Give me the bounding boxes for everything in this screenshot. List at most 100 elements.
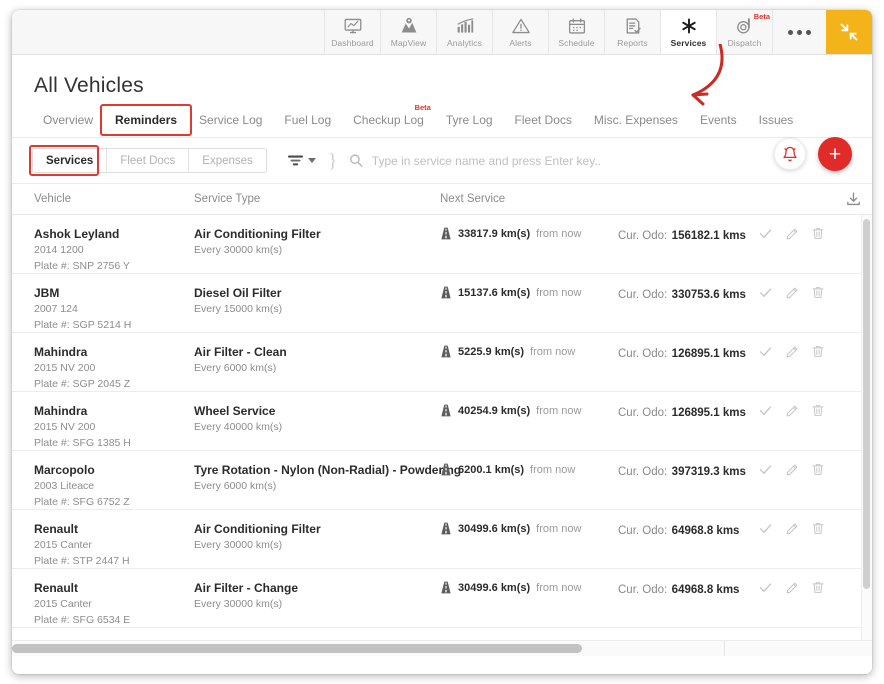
nav-item-label: Reports — [617, 37, 648, 48]
filter-button[interactable] — [287, 153, 316, 168]
service-type-name: Air Filter - Change — [194, 581, 299, 595]
tab-overview[interactable]: Overview — [32, 113, 104, 137]
road-icon — [441, 345, 451, 358]
table-row[interactable]: Mahindra 2015 NV 200 Plate #: SFG 1385 H Wh… — [12, 392, 872, 451]
cell-vehicle: Ashok Leyland 2014 1200 Plate #: SNP 2756 … — [34, 226, 194, 275]
delete-trash-icon[interactable] — [811, 344, 825, 359]
next-service-suffix: from now — [536, 522, 582, 535]
check-icon[interactable] — [758, 403, 773, 418]
download-button[interactable] — [845, 191, 862, 208]
delete-trash-icon[interactable] — [811, 285, 825, 300]
nav-item-mapview[interactable]: MapView — [380, 10, 436, 54]
cell-current-odometer: Cur. Odo: 126895.1 kms — [618, 344, 758, 362]
dot-icon — [806, 29, 811, 35]
tab-label: Tyre Log — [445, 113, 493, 127]
tab-reminders[interactable]: Reminders — [100, 104, 193, 137]
nav-item-reports[interactable]: Reports — [604, 10, 660, 54]
cell-row-actions — [758, 580, 836, 595]
more-options-button[interactable] — [772, 10, 826, 54]
edit-pencil-icon[interactable] — [785, 522, 799, 536]
sub-tab-fleet-docs[interactable]: Fleet Docs — [107, 149, 190, 172]
table-row[interactable]: Mahindra 2015 NV 200 Plate #: SGP 2045 Z Ai… — [12, 333, 872, 392]
tab-events[interactable]: Events — [689, 113, 748, 137]
cell-service-type: Air Filter - Clean Every 6000 km(s) — [194, 344, 440, 377]
add-reminder-button[interactable]: + — [818, 137, 852, 171]
vehicle-model: 2007 124 — [34, 303, 78, 316]
sub-tab-expenses[interactable]: Expenses — [189, 149, 266, 172]
edit-pencil-icon[interactable] — [785, 286, 799, 300]
odometer-value: 156182.1 kms — [671, 230, 746, 242]
floating-action-buttons: + — [774, 137, 852, 171]
check-icon[interactable] — [758, 285, 773, 300]
odometer-label: Cur. Odo: — [618, 584, 668, 596]
tab-label: Misc. Expenses — [593, 113, 678, 127]
delete-trash-icon[interactable] — [811, 226, 825, 241]
delete-trash-icon[interactable] — [811, 580, 825, 595]
delete-trash-icon[interactable] — [811, 521, 825, 536]
cell-service-type: Air Filter - Change Every 30000 km(s) — [194, 580, 440, 613]
check-icon[interactable] — [758, 462, 773, 477]
table-row[interactable]: Renault 2015 Canter Plate #: SFG 6534 E Air… — [12, 569, 872, 628]
cell-next-service: 6200.1 km(s) from now — [440, 462, 618, 476]
notifications-bell-button[interactable] — [774, 138, 806, 170]
odometer-value: 126895.1 kms — [671, 348, 746, 360]
nav-item-label: Services — [670, 37, 707, 48]
edit-pencil-icon[interactable] — [785, 581, 799, 595]
check-icon[interactable] — [758, 521, 773, 536]
delete-trash-icon[interactable] — [811, 403, 825, 418]
table-row[interactable]: Ashok Leyland 2014 1200 Plate #: SNP 2756 … — [12, 215, 872, 274]
check-icon[interactable] — [758, 226, 773, 241]
tab-label: Overview — [43, 113, 94, 127]
delete-trash-icon[interactable] — [811, 462, 825, 477]
nav-item-dashboard[interactable]: Dashboard — [324, 10, 380, 54]
table-row[interactable]: JBM 2007 124 Plate #: SGP 5214 H Diesel Oil… — [12, 274, 872, 333]
odometer-value: 397319.3 kms — [671, 466, 746, 478]
cell-vehicle: Renault 2015 Canter Plate #: SFG 6534 E — [34, 580, 194, 629]
expand-collapse-button[interactable] — [826, 10, 872, 54]
sub-tab-services[interactable]: Services — [33, 149, 108, 172]
vehicle-name: Marcopolo — [34, 463, 95, 477]
nav-item-schedule[interactable]: Schedule — [548, 10, 604, 54]
check-icon[interactable] — [758, 344, 773, 359]
nav-item-label: Alerts — [509, 37, 532, 48]
nav-item-services[interactable]: Services — [660, 10, 716, 54]
edit-pencil-icon[interactable] — [785, 404, 799, 418]
odometer-label: Cur. Odo: — [618, 289, 668, 301]
tab-tyre-log[interactable]: Tyre Log — [435, 113, 504, 137]
nav-item-dispatch[interactable]: Dispatch Beta — [716, 10, 772, 54]
edit-pencil-icon[interactable] — [785, 463, 799, 477]
horizontal-scrollbar-track[interactable] — [12, 640, 872, 656]
footer-strip — [12, 656, 872, 674]
tab-fleet-docs[interactable]: Fleet Docs — [504, 113, 583, 137]
next-service-distance: 33817.9 km(s) — [458, 227, 531, 240]
scrollbar-divider — [724, 641, 725, 656]
tab-fuel-log[interactable]: Fuel Log — [273, 113, 342, 137]
edit-pencil-icon[interactable] — [785, 345, 799, 359]
tab-service-log[interactable]: Service Log — [188, 113, 273, 137]
app-window: Dashboard MapView Analytics Alerts Schedule R… — [12, 10, 872, 674]
vehicle-plate: Plate #: STP 2447 H — [34, 555, 130, 568]
nav-item-alerts[interactable]: Alerts — [492, 10, 548, 54]
vertical-scrollbar-thumb[interactable] — [863, 219, 870, 589]
alerts-icon — [511, 17, 531, 36]
edit-pencil-icon[interactable] — [785, 227, 799, 241]
service-interval: Every 6000 km(s) — [194, 362, 277, 375]
table-row[interactable]: Marcopolo 2003 Liteace Plate #: SFG 6752 Z… — [12, 451, 872, 510]
vehicle-model: 2015 NV 200 — [34, 421, 96, 434]
tab-checkup-log[interactable]: Checkup Log Beta — [342, 104, 435, 137]
tab-misc-expenses[interactable]: Misc. Expenses — [583, 113, 689, 137]
vertical-scrollbar-track[interactable] — [861, 215, 872, 640]
nav-item-analytics[interactable]: Analytics — [436, 10, 492, 54]
tab-issues[interactable]: Issues — [748, 113, 805, 137]
vehicle-plate: Plate #: SFG 1385 H — [34, 437, 131, 450]
services-icon — [679, 17, 699, 36]
next-service-distance: 40254.9 km(s) — [458, 404, 531, 417]
cell-row-actions — [758, 462, 836, 477]
vehicle-plate: Plate #: SGP 2045 Z — [34, 378, 131, 391]
column-header-vehicle: Vehicle — [34, 193, 72, 205]
table-row[interactable]: Renault 2015 Canter Plate #: STP 2447 H Air… — [12, 510, 872, 569]
check-icon[interactable] — [758, 580, 773, 595]
vehicle-name: Renault — [34, 522, 79, 536]
horizontal-scrollbar-thumb[interactable] — [12, 644, 582, 653]
